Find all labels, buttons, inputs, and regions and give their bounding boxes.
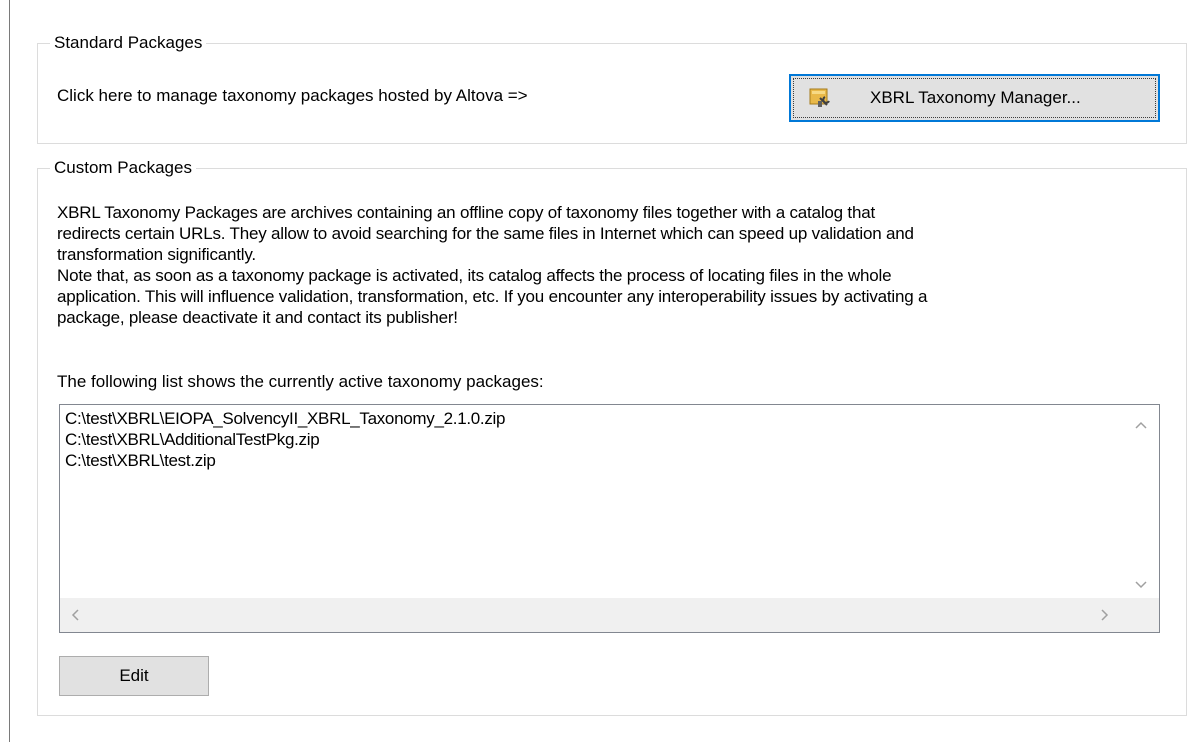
standard-packages-group: Standard Packages Click here to manage t… [37, 32, 1187, 144]
description-line: application. This will influence validat… [57, 287, 928, 306]
xbrl-taxonomy-manager-button[interactable]: XBRL Taxonomy Manager... [789, 74, 1160, 122]
horizontal-scrollbar[interactable] [60, 598, 1159, 632]
chevron-down-icon[interactable] [1134, 575, 1148, 593]
list-item[interactable]: C:\test\XBRL\EIOPA_SolvencyII_XBRL_Taxon… [65, 408, 505, 429]
xbrl-taxonomy-manager-label: XBRL Taxonomy Manager... [870, 88, 1081, 107]
custom-packages-title: Custom Packages [50, 157, 196, 179]
custom-packages-description: XBRL Taxonomy Packages are archives cont… [57, 202, 1167, 328]
chevron-right-icon[interactable] [1100, 607, 1110, 625]
active-packages-list[interactable]: C:\test\XBRL\EIOPA_SolvencyII_XBRL_Taxon… [59, 404, 1160, 633]
active-packages-heading: The following list shows the currently a… [57, 372, 544, 391]
standard-packages-title: Standard Packages [50, 32, 207, 54]
custom-packages-group: Custom Packages XBRL Taxonomy Packages a… [37, 157, 1187, 716]
list-item[interactable]: C:\test\XBRL\AdditionalTestPkg.zip [65, 429, 320, 450]
description-line: redirects certain URLs. They allow to av… [57, 224, 914, 243]
edit-button[interactable]: Edit [59, 656, 209, 696]
package-tool-icon [809, 88, 830, 107]
description-line: XBRL Taxonomy Packages are archives cont… [57, 203, 875, 222]
vertical-scrollbar[interactable] [1125, 405, 1159, 598]
button-focus-rect: XBRL Taxonomy Manager... [793, 78, 1156, 118]
standard-packages-prompt: Click here to manage taxonomy packages h… [57, 86, 528, 105]
description-line: transformation significantly. [57, 245, 256, 264]
chevron-left-icon[interactable] [70, 607, 80, 625]
list-item[interactable]: C:\test\XBRL\test.zip [65, 450, 216, 471]
chevron-up-icon[interactable] [1134, 415, 1148, 433]
description-line: package, please deactivate it and contac… [57, 308, 458, 327]
description-line: Note that, as soon as a taxonomy package… [57, 266, 892, 285]
window-left-border [9, 0, 10, 742]
